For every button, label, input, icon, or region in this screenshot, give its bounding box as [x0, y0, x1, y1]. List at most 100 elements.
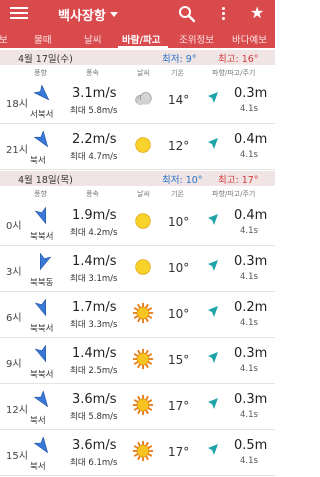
favorite-star-icon[interactable]: ★	[250, 3, 264, 22]
tab-tide[interactable]: 물때	[34, 32, 51, 46]
day-header: 4월 17일(수) 최저: 9° 최고: 16°	[0, 50, 275, 65]
row-wind-speed: 1.4m/s	[72, 254, 117, 269]
column-header: 풍향 풍속 날씨 기온 파향/파고/주기	[0, 68, 275, 78]
row-hour: 21시	[6, 145, 28, 156]
row-temp: 17°	[168, 445, 190, 459]
wave-direction-icon	[208, 306, 218, 317]
tab-wind-wave[interactable]: 바람/파고	[122, 32, 160, 46]
col-wave: 파향/파고/주기	[212, 69, 256, 77]
forecast-row: 12시 북서 3.6m/s 최대 5.8m/s 17° 0.3m 4.1s	[0, 384, 275, 430]
forecast-row: 21시 북서 2.2m/s 최대 4.7m/s 12° 0.4m 4.1s	[0, 124, 275, 170]
row-wind-speed: 1.7m/s	[72, 300, 117, 315]
row-wind-speed: 1.9m/s	[72, 208, 117, 223]
row-wind-dir: 북서	[30, 416, 46, 426]
wind-direction-icon	[34, 299, 47, 317]
tab-weather[interactable]: 날씨	[84, 32, 101, 46]
col-temp: 기온	[171, 69, 184, 77]
row-wind-max: 최대 4.7m/s	[70, 152, 118, 162]
row-hour: 6시	[6, 313, 22, 324]
sunny-hot-icon	[132, 440, 154, 462]
sunny-icon	[135, 213, 151, 229]
row-wave-period: 4.1s	[240, 150, 258, 160]
col-wave: 파향/파고/주기	[212, 190, 256, 198]
wind-direction-icon	[34, 345, 47, 363]
day-min-temp: 최저: 10°	[162, 175, 203, 186]
col-speed: 풍속	[86, 69, 99, 77]
sunny-hot-icon	[132, 348, 154, 370]
day-max-temp: 최고: 17°	[218, 175, 259, 186]
active-tab-indicator	[118, 46, 168, 48]
row-hour: 9시	[6, 359, 22, 370]
row-wind-speed: 3.6m/s	[72, 392, 117, 407]
row-wave-height: 0.5m	[234, 438, 268, 453]
day-date: 4월 17일(수)	[18, 54, 73, 65]
sunny-icon	[135, 259, 151, 275]
forecast-row: 3시 북북동 1.4m/s 최대 3.1m/s 10° 0.3m 4.1s	[0, 246, 275, 292]
row-wind-dir: 북서	[30, 156, 46, 166]
chevron-down-icon[interactable]	[110, 12, 118, 17]
row-wave-period: 4.1s	[240, 272, 258, 282]
wind-direction-icon	[34, 437, 49, 454]
wave-direction-icon	[208, 352, 218, 363]
row-wave-height: 0.2m	[234, 300, 268, 315]
wave-direction-icon	[208, 444, 218, 455]
row-wind-dir: 북북서	[30, 370, 54, 380]
wave-direction-icon	[208, 138, 218, 149]
wind-direction-icon	[34, 131, 49, 148]
day-header: 4월 18일(목) 최저: 10° 최고: 17°	[0, 171, 275, 186]
search-icon[interactable]	[178, 5, 196, 23]
column-header: 풍향 풍속 날씨 기온 파향/파고/주기	[0, 189, 275, 199]
row-hour: 15시	[6, 451, 28, 462]
row-temp: 12°	[168, 139, 190, 153]
more-icon[interactable]	[220, 5, 226, 23]
wave-direction-icon	[208, 398, 218, 409]
forecast-row: 15시 북서 3.6m/s 최대 6.1m/s 17° 0.5m 4.1s	[0, 430, 275, 476]
sunny-hot-icon	[132, 302, 154, 324]
forecast-row: 6시북북서 1.7m/s 최대 3.3m/s 10° 0.2m 4.1s	[0, 292, 275, 338]
row-temp: 10°	[168, 307, 190, 321]
day-max-temp: 최고: 16°	[218, 54, 259, 65]
day-date: 4월 18일(목)	[18, 175, 73, 186]
row-temp: 17°	[168, 399, 190, 413]
row-wind-max: 최대 2.5m/s	[70, 366, 118, 376]
cloud-icon	[135, 92, 152, 105]
sunny-hot-icon	[132, 394, 154, 416]
row-temp: 10°	[168, 261, 190, 275]
row-wind-max: 최대 5.8m/s	[70, 412, 118, 422]
row-wind-max: 최대 3.3m/s	[70, 320, 118, 330]
location-title[interactable]: 백사장항	[58, 5, 106, 24]
row-wave-period: 4.1s	[240, 104, 258, 114]
tab-sea-forecast[interactable]: 바다예보	[232, 32, 267, 46]
row-wave-height: 0.3m	[234, 86, 268, 101]
wave-direction-icon	[208, 214, 218, 225]
row-wind-speed: 1.4m/s	[72, 346, 117, 361]
row-wave-period: 4.1s	[240, 226, 258, 236]
row-wave-period: 4.1s	[240, 456, 258, 466]
forecast-row: 0시 북북서 1.9m/s 최대 4.2m/s 10° 0.4m 4.1s	[0, 200, 275, 246]
tab-tide-level[interactable]: 조위정보	[179, 32, 214, 46]
row-wind-speed: 2.2m/s	[72, 132, 117, 147]
row-wave-period: 4.1s	[240, 318, 258, 328]
row-wave-height: 0.4m	[234, 208, 268, 223]
row-wave-height: 0.3m	[234, 392, 268, 407]
col-speed: 풍속	[86, 190, 99, 198]
row-temp: 10°	[168, 215, 190, 229]
wind-direction-icon	[34, 391, 49, 408]
wind-direction-icon	[39, 253, 52, 271]
row-temp: 15°	[168, 353, 190, 367]
row-hour: 3시	[6, 267, 22, 278]
col-dir: 풍향	[34, 69, 47, 77]
row-wave-period: 4.1s	[240, 410, 258, 420]
row-wind-dir: 북북서	[30, 232, 54, 242]
row-wind-max: 최대 3.1m/s	[70, 274, 118, 284]
menu-icon[interactable]	[10, 4, 28, 22]
row-wind-max: 최대 4.2m/s	[70, 228, 118, 238]
row-wave-period: 4.1s	[240, 364, 258, 374]
forecast-row: 9시 북북서 1.4m/s 최대 2.5m/s 15° 0.3m 4.1s	[0, 338, 275, 384]
row-wave-height: 0.4m	[234, 132, 268, 147]
row-wind-dir: 북북서	[30, 324, 54, 334]
tab-partial[interactable]: 보	[0, 32, 8, 46]
wind-direction-icon	[34, 85, 50, 101]
row-hour: 18시	[6, 99, 28, 110]
wave-direction-icon	[208, 260, 218, 271]
